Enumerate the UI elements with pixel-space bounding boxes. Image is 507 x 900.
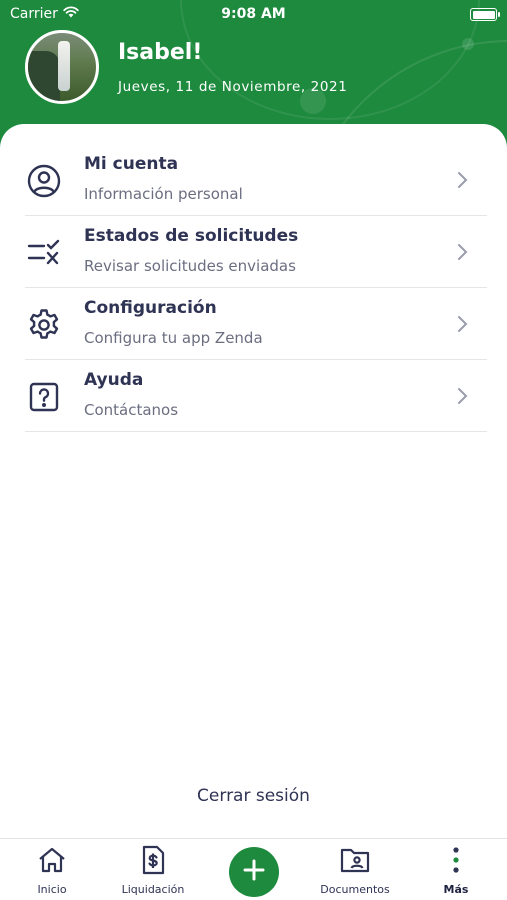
logout-button[interactable]: Cerrar sesión [0,786,507,806]
menu-item-title: Estados de solicitudes [84,226,299,246]
tab-documentos[interactable]: Documentos [305,845,405,896]
chevron-right-icon [458,388,468,404]
tab-label: Documentos [320,883,390,896]
help-icon [25,378,63,416]
settings-menu: Mi cuenta Información personal Estados d… [25,144,487,432]
tab-inicio[interactable]: Inicio [2,845,102,896]
gear-icon [25,306,63,344]
menu-card: Mi cuenta Información personal Estados d… [0,124,507,840]
more-icon [406,845,506,875]
current-date: Jueves, 11 de Noviembre, 2021 [118,79,348,95]
chevron-right-icon [458,316,468,332]
plus-icon [242,858,266,886]
tab-label: Más [443,883,469,896]
status-time: 9:08 AM [221,6,286,22]
chevron-right-icon [458,244,468,260]
add-button[interactable] [229,847,279,897]
menu-item-subtitle: Configura tu app Zenda [84,329,263,347]
menu-item-title: Mi cuenta [84,154,179,174]
menu-item-ayuda[interactable]: Ayuda Contáctanos [25,360,487,432]
menu-item-title: Configuración [84,298,217,318]
user-name: Isabel! [118,40,203,65]
tab-liquidacion[interactable]: Liquidación [103,845,203,896]
receipt-icon [103,845,203,875]
battery-icon [470,8,500,21]
folder-icon [305,845,405,875]
menu-item-title: Ayuda [84,370,144,390]
menu-item-mi-cuenta[interactable]: Mi cuenta Información personal [25,144,487,216]
status-bar: Carrier 9:08 AM [0,0,507,28]
menu-item-subtitle: Revisar solicitudes enviadas [84,257,296,275]
user-circle-icon [25,162,63,200]
tab-bar: Inicio Liquidación Documentos Más [0,838,507,900]
menu-item-estados-solicitudes[interactable]: Estados de solicitudes Revisar solicitud… [25,216,487,288]
header-decoration-dot [462,38,474,50]
chevron-right-icon [458,172,468,188]
tab-mas[interactable]: Más [406,845,506,896]
tab-label: Liquidación [121,883,185,896]
menu-item-subtitle: Información personal [84,185,243,203]
tab-label: Inicio [37,883,67,896]
checklist-icon [25,234,63,272]
menu-item-subtitle: Contáctanos [84,401,179,419]
menu-item-configuracion[interactable]: Configuración Configura tu app Zenda [25,288,487,360]
avatar[interactable] [25,30,99,104]
home-icon [2,845,102,875]
